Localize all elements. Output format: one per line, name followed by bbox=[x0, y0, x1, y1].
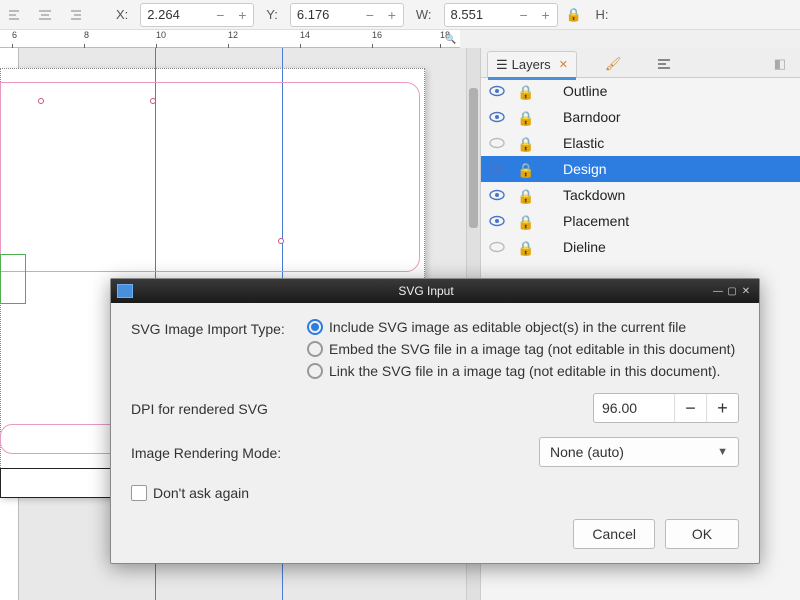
artwork-shape bbox=[0, 82, 420, 272]
render-mode-label: Image Rendering Mode: bbox=[131, 443, 281, 461]
y-plus-icon[interactable]: + bbox=[381, 4, 403, 26]
dont-ask-checkbox[interactable]: Don't ask again bbox=[131, 485, 739, 501]
panel-tabs: ☰ Layers ✕ 🖌 ◧ bbox=[481, 48, 800, 78]
layer-name[interactable]: Placement bbox=[545, 213, 629, 229]
lock-icon[interactable]: 🔒 bbox=[517, 136, 533, 150]
layer-row: 🔒 Placement bbox=[481, 208, 800, 234]
w-plus-icon[interactable]: + bbox=[535, 4, 557, 26]
align-left-icon[interactable] bbox=[4, 4, 26, 26]
render-mode-select[interactable]: None (auto) ▼ bbox=[539, 437, 739, 467]
minimize-icon[interactable]: — bbox=[711, 286, 725, 297]
dpi-minus-icon[interactable]: − bbox=[674, 394, 706, 422]
import-type-label: SVG Image Import Type: bbox=[131, 319, 307, 379]
cancel-button[interactable]: Cancel bbox=[573, 519, 655, 549]
layer-row-selected: 🔒 Design bbox=[481, 156, 800, 182]
radio-link[interactable]: Link the SVG file in a image tag (not ed… bbox=[307, 363, 735, 379]
dialog-title: SVG Input bbox=[141, 284, 711, 298]
radio-icon bbox=[307, 363, 323, 379]
ruler-lens-icon[interactable]: 🔍 bbox=[442, 30, 460, 48]
tab-dock-icon[interactable]: ◧ bbox=[766, 51, 794, 77]
eye-closed-icon[interactable] bbox=[489, 240, 505, 254]
lock-icon[interactable]: 🔒 bbox=[517, 84, 533, 98]
tab-layers[interactable]: ☰ Layers ✕ bbox=[487, 51, 577, 77]
layer-name[interactable]: Design bbox=[545, 161, 607, 177]
layer-name[interactable]: Tackdown bbox=[545, 187, 625, 203]
chevron-down-icon: ▼ bbox=[717, 446, 728, 458]
lock-ratio-icon[interactable]: 🔒 bbox=[566, 7, 584, 23]
close-icon[interactable]: ✕ bbox=[555, 58, 568, 71]
w-label: W: bbox=[412, 7, 436, 22]
align-right-icon[interactable] bbox=[64, 4, 86, 26]
y-label: Y: bbox=[262, 7, 282, 22]
w-input[interactable]: 8.551 − + bbox=[444, 3, 558, 27]
eye-closed-icon[interactable] bbox=[489, 136, 505, 150]
layer-row: 🔒 Tackdown bbox=[481, 182, 800, 208]
tab-fill-stroke[interactable]: 🖌 bbox=[597, 51, 630, 77]
y-minus-icon[interactable]: − bbox=[359, 4, 381, 26]
h-label: H: bbox=[592, 7, 613, 22]
lock-icon[interactable]: 🔒 bbox=[517, 188, 533, 202]
lock-icon[interactable]: 🔒 bbox=[517, 240, 533, 254]
layer-row: 🔒 Barndoor bbox=[481, 104, 800, 130]
radio-icon bbox=[307, 319, 323, 335]
layer-name[interactable]: Elastic bbox=[545, 135, 604, 151]
layer-row: 🔒 Outline bbox=[481, 78, 800, 104]
dpi-label: DPI for rendered SVG bbox=[131, 399, 593, 417]
x-label: X: bbox=[112, 7, 132, 22]
radio-include[interactable]: Include SVG image as editable object(s) … bbox=[307, 319, 735, 335]
maximize-icon[interactable]: ▢ bbox=[725, 286, 739, 297]
radio-embed[interactable]: Embed the SVG file in a image tag (not e… bbox=[307, 341, 735, 357]
layer-name[interactable]: Dieline bbox=[545, 239, 606, 255]
eye-icon[interactable] bbox=[489, 110, 505, 124]
eye-icon[interactable] bbox=[489, 162, 505, 176]
lock-icon[interactable]: 🔒 bbox=[517, 214, 533, 228]
x-input[interactable]: 2.264 − + bbox=[140, 3, 254, 27]
eye-icon[interactable] bbox=[489, 188, 505, 202]
ruler-horizontal: 6 8 10 12 14 16 18 🔍 bbox=[0, 30, 460, 48]
w-minus-icon[interactable]: − bbox=[513, 4, 535, 26]
lock-icon[interactable]: 🔒 bbox=[517, 162, 533, 176]
eye-icon[interactable] bbox=[489, 214, 505, 228]
window-icon bbox=[117, 284, 133, 298]
eye-icon[interactable] bbox=[489, 84, 505, 98]
layer-row: 🔒 Elastic bbox=[481, 130, 800, 156]
layer-name[interactable]: Barndoor bbox=[545, 109, 621, 125]
tab-align[interactable] bbox=[649, 51, 679, 77]
dpi-input[interactable]: 96.00 − + bbox=[593, 393, 739, 423]
svg-input-dialog: SVG Input — ▢ ✕ SVG Image Import Type: I… bbox=[110, 278, 760, 564]
lock-icon[interactable]: 🔒 bbox=[517, 110, 533, 124]
align-center-icon[interactable] bbox=[34, 4, 56, 26]
checkbox-icon bbox=[131, 485, 147, 501]
layer-name[interactable]: Outline bbox=[545, 83, 607, 99]
ok-button[interactable]: OK bbox=[665, 519, 739, 549]
layer-row: 🔒 Dieline bbox=[481, 234, 800, 260]
close-icon[interactable]: ✕ bbox=[739, 286, 753, 297]
green-shape bbox=[0, 254, 26, 304]
top-toolbar: X: 2.264 − + Y: 6.176 − + W: 8.551 − + 🔒… bbox=[0, 0, 800, 30]
dpi-plus-icon[interactable]: + bbox=[706, 394, 738, 422]
y-input[interactable]: 6.176 − + bbox=[290, 3, 404, 27]
layers-icon: ☰ bbox=[496, 57, 508, 73]
dialog-titlebar[interactable]: SVG Input — ▢ ✕ bbox=[111, 279, 759, 303]
x-plus-icon[interactable]: + bbox=[231, 4, 253, 26]
radio-icon bbox=[307, 341, 323, 357]
x-minus-icon[interactable]: − bbox=[209, 4, 231, 26]
